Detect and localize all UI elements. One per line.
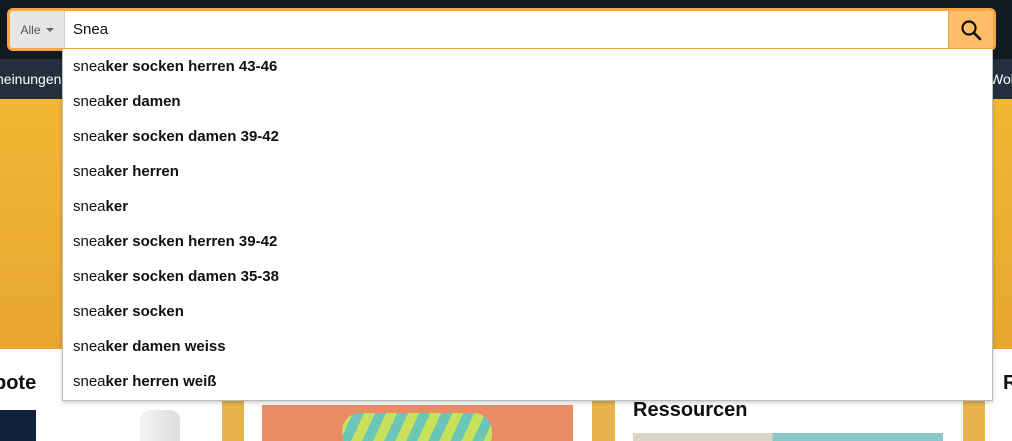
suggestion-completion: ker xyxy=(105,198,129,215)
suggestion-typed-part: snea xyxy=(73,303,106,320)
console-image[interactable] xyxy=(140,410,180,441)
suggestion-item[interactable]: snea ker herren xyxy=(63,154,992,189)
suggestion-item[interactable]: snea ker socken herren 39-42 xyxy=(63,224,992,259)
card-offers-title: bote xyxy=(0,372,37,394)
suggestion-typed-part: snea xyxy=(73,338,106,355)
suggestion-item[interactable]: snea ker socken damen 35-38 xyxy=(63,259,992,294)
category-select[interactable]: Alle xyxy=(10,11,65,48)
suggestion-completion: ker socken herren 43-46 xyxy=(105,58,278,75)
card-right-title: R xyxy=(1003,372,1012,394)
suggestion-item[interactable]: snea ker socken damen 39-42 xyxy=(63,119,992,154)
category-label: Alle xyxy=(20,22,41,37)
card-resources-title: Ressourcen xyxy=(633,399,748,421)
suggestion-completion: ker socken herren 39-42 xyxy=(105,233,278,250)
suggestion-completion: ker socken damen 35-38 xyxy=(105,268,279,285)
nav-item-left[interactable]: heinungen xyxy=(0,71,61,87)
suggestion-typed-part: snea xyxy=(73,233,106,250)
bottle-graphic xyxy=(342,413,492,441)
page: bote Ressourcen R Alle heinungen Woh xyxy=(0,0,1012,441)
suggestion-item[interactable]: snea ker socken herren 43-46 xyxy=(63,49,992,84)
suggestion-item[interactable]: snea ker xyxy=(63,189,992,224)
caret-down-icon xyxy=(45,28,54,32)
suggestion-item[interactable]: snea ker socken xyxy=(63,294,992,329)
resources-image[interactable] xyxy=(633,433,943,441)
suggestion-completion: ker herren xyxy=(105,163,179,180)
suggestion-item[interactable]: snea ker herren weiß xyxy=(63,364,992,399)
suggestion-item[interactable]: snea ker damen weiss xyxy=(63,329,992,364)
suggestion-completion: ker socken damen 39-42 xyxy=(105,128,279,145)
search-input[interactable] xyxy=(65,11,948,48)
suggestion-typed-part: snea xyxy=(73,93,106,110)
suggestion-typed-part: snea xyxy=(73,128,106,145)
suggestion-completion: ker damen xyxy=(105,93,181,110)
suggestion-typed-part: snea xyxy=(73,373,106,390)
suggestion-typed-part: snea xyxy=(73,163,106,180)
nav-item-right[interactable]: Woh xyxy=(990,71,1012,87)
suggestion-completion: ker herren weiß xyxy=(105,373,217,390)
suggestion-completion: ker damen weiss xyxy=(105,338,226,355)
search-button[interactable] xyxy=(948,11,993,48)
suggestion-item[interactable]: snea ker damen xyxy=(63,84,992,119)
suggestion-typed-part: snea xyxy=(73,198,106,215)
suggestion-typed-part: snea xyxy=(73,268,106,285)
search-bar: Alle xyxy=(7,8,996,51)
product-image[interactable] xyxy=(262,405,573,441)
magnifier-icon xyxy=(961,19,982,40)
game-cover-image[interactable] xyxy=(0,410,36,441)
suggestion-typed-part: snea xyxy=(73,58,106,75)
autocomplete-dropdown: snea ker socken herren 43-46 snea ker damen… xyxy=(62,49,993,401)
suggestion-completion: ker socken xyxy=(105,303,184,320)
